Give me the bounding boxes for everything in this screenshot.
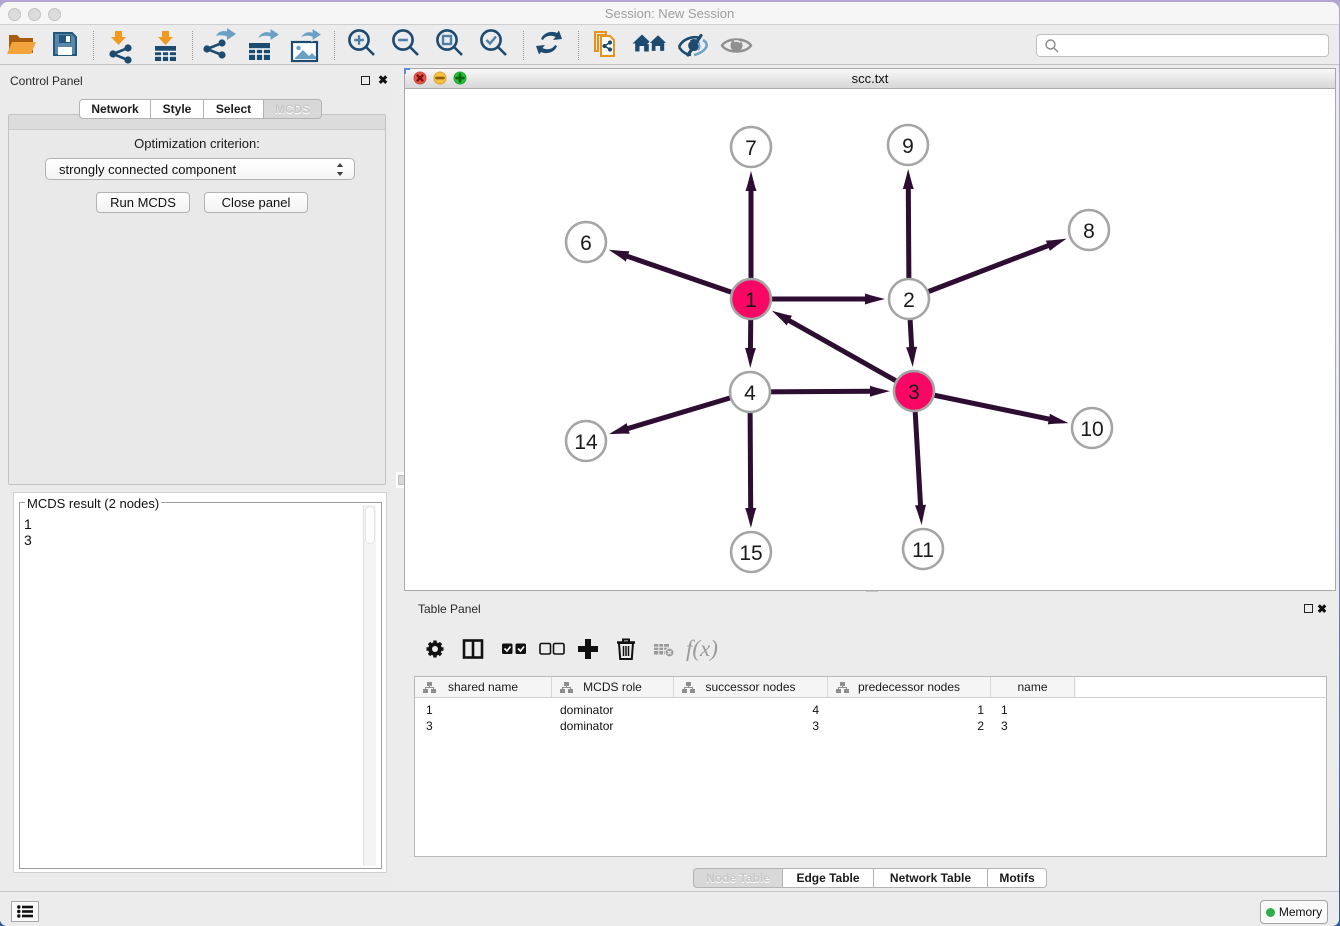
svg-text:1: 1 — [745, 289, 757, 312]
svg-text:11: 11 — [912, 539, 934, 562]
svg-text:9: 9 — [902, 135, 914, 158]
svg-text:6: 6 — [580, 232, 592, 255]
svg-text:4: 4 — [744, 382, 756, 405]
svg-text:3: 3 — [908, 381, 920, 404]
svg-text:f(x): f(x) — [686, 636, 718, 661]
svg-text:14: 14 — [574, 431, 598, 454]
svg-text:7: 7 — [745, 137, 757, 160]
svg-text:15: 15 — [739, 542, 762, 565]
svg-text:2: 2 — [903, 289, 915, 312]
svg-text:10: 10 — [1080, 418, 1103, 441]
svg-text:8: 8 — [1083, 220, 1095, 243]
